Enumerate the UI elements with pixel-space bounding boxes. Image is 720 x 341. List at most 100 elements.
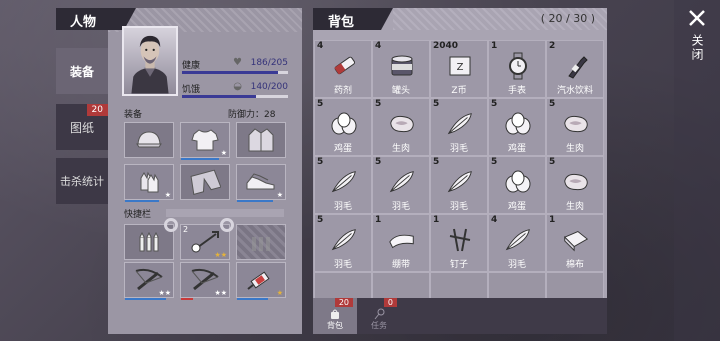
footer-tab-backpack[interactable]: 20 背包	[313, 298, 357, 334]
item-name: 鸡蛋	[333, 144, 352, 154]
item-name: 羽毛	[333, 260, 352, 270]
pants-icon	[190, 169, 221, 195]
quickbar-label: 快捷栏	[124, 210, 152, 220]
equip-slot-jacket[interactable]	[236, 122, 286, 158]
hunger-bar	[182, 95, 288, 98]
inventory-slot[interactable]: 5 生肉	[546, 98, 604, 156]
inventory-slot[interactable]: 4 羽毛	[488, 214, 546, 272]
equip-slot-head[interactable]	[124, 122, 174, 158]
durability-bar	[237, 298, 269, 300]
cloth-icon	[561, 225, 591, 255]
inventory-slot[interactable]: 5 羽毛	[314, 156, 372, 214]
swap-gear-icon[interactable]	[220, 218, 234, 232]
item-name: 钉子	[449, 260, 468, 270]
stomach-icon: ◒	[233, 81, 242, 92]
item-name: 羽毛	[449, 202, 468, 212]
equip-slot-pants[interactable]	[180, 164, 230, 200]
inventory-slot[interactable]: 1 钉子	[430, 214, 488, 272]
feather-icon	[329, 225, 359, 255]
soda-icon	[561, 51, 591, 81]
item-name: Z币	[451, 86, 467, 96]
health-bar	[182, 71, 288, 74]
item-name: 汽水饮料	[556, 86, 593, 96]
item-count: 1	[433, 215, 440, 225]
item-name: 羽毛	[507, 260, 526, 270]
item-count: 5	[433, 99, 440, 109]
item-name: 羽毛	[333, 202, 352, 212]
medicine-icon	[329, 51, 359, 81]
item-count: 1	[375, 215, 382, 225]
item-count: 5	[549, 99, 556, 109]
feather-icon	[445, 109, 475, 139]
inventory-slot[interactable]: 1 棉布	[546, 214, 604, 272]
inventory-slot[interactable]: 5 羽毛	[430, 156, 488, 214]
item-name: 生肉	[391, 144, 410, 154]
close-button[interactable]: 关闭	[689, 34, 706, 62]
character-portrait[interactable]	[122, 26, 178, 96]
blueprints-badge: 20	[86, 104, 108, 116]
egg-icon	[329, 109, 359, 139]
ammo-icon	[139, 231, 159, 252]
item-count: 5	[317, 157, 324, 167]
quick-slot-6[interactable]: ★	[236, 262, 286, 300]
item-count: 2040	[433, 41, 459, 51]
equipment-label: 装备	[124, 110, 143, 120]
item-name: 罐头	[391, 86, 410, 96]
backpack-title: 背包	[313, 8, 393, 30]
equip-slot-gloves[interactable]: ★	[124, 164, 174, 202]
egg-icon	[503, 109, 533, 139]
inventory-slot[interactable]: 5 羽毛	[314, 214, 372, 272]
ammo-empty-icon	[252, 237, 270, 251]
inventory-slot[interactable]: 1 绷带	[372, 214, 430, 272]
durability-bar	[237, 200, 273, 202]
equip-slot-shirt[interactable]: ★	[180, 122, 230, 160]
watch-icon	[503, 51, 533, 81]
inventory-slot[interactable]: 5 生肉	[546, 156, 604, 214]
close-icon[interactable]	[685, 6, 709, 30]
equip-slot-shoes[interactable]: ★	[236, 164, 286, 202]
feather-icon	[329, 167, 359, 197]
inventory-slot[interactable]: 5 生肉	[372, 98, 430, 156]
swap-gear-icon[interactable]	[164, 218, 178, 232]
shirt-icon	[191, 129, 219, 151]
bag-icon	[331, 309, 339, 319]
meat-icon	[561, 167, 591, 197]
quick-slot-4[interactable]: ★★	[124, 262, 174, 300]
backpack-footer: 20 背包 0 任务	[313, 298, 607, 334]
inventory-slot[interactable]: 4 药剂	[314, 40, 372, 98]
inventory-slot[interactable]: 5 羽毛	[372, 156, 430, 214]
inventory-slot[interactable]: 5 鸡蛋	[488, 156, 546, 214]
inventory-slot[interactable]: 4 罐头	[372, 40, 430, 98]
inventory-slot[interactable]: 1 手表	[488, 40, 546, 98]
durability-bar	[181, 158, 220, 160]
item-count: 1	[549, 215, 556, 225]
gloves-icon	[140, 171, 159, 193]
tab-equipment[interactable]: 装备	[56, 48, 108, 94]
tab-blueprints[interactable]: 20 图纸	[56, 104, 108, 150]
feather-icon	[445, 167, 475, 197]
item-name: 棉布	[565, 260, 584, 270]
nails-icon	[445, 225, 475, 255]
meat-icon	[561, 109, 591, 139]
quick-slot-3[interactable]	[236, 224, 286, 260]
inventory-slot[interactable]: 5 鸡蛋	[314, 98, 372, 156]
inventory-slot[interactable]: 2040 Z Z币	[430, 40, 488, 98]
heart-icon: ♥	[233, 57, 242, 68]
item-name: 生肉	[565, 144, 584, 154]
tab-kill-stats[interactable]: 击杀统计	[56, 158, 108, 204]
quest-icon	[374, 308, 385, 320]
survivor-portrait-icon	[131, 35, 169, 94]
quick-slot-5[interactable]: ★★	[180, 262, 230, 300]
durability-bar	[181, 298, 193, 300]
inventory-slot[interactable]: 5 羽毛	[430, 98, 488, 156]
bandage-icon	[387, 225, 417, 255]
inventory-slot[interactable]: 2 汽水饮料	[546, 40, 604, 98]
item-count: 2	[549, 41, 556, 51]
footer-tab-quest[interactable]: 0 任务	[357, 298, 401, 334]
durability-bar	[125, 200, 159, 202]
syringe-icon	[247, 271, 270, 290]
item-name: 手表	[507, 86, 526, 96]
item-count: 5	[491, 157, 498, 167]
inventory-slot[interactable]: 5 鸡蛋	[488, 98, 546, 156]
item-name: 绷带	[391, 260, 410, 270]
